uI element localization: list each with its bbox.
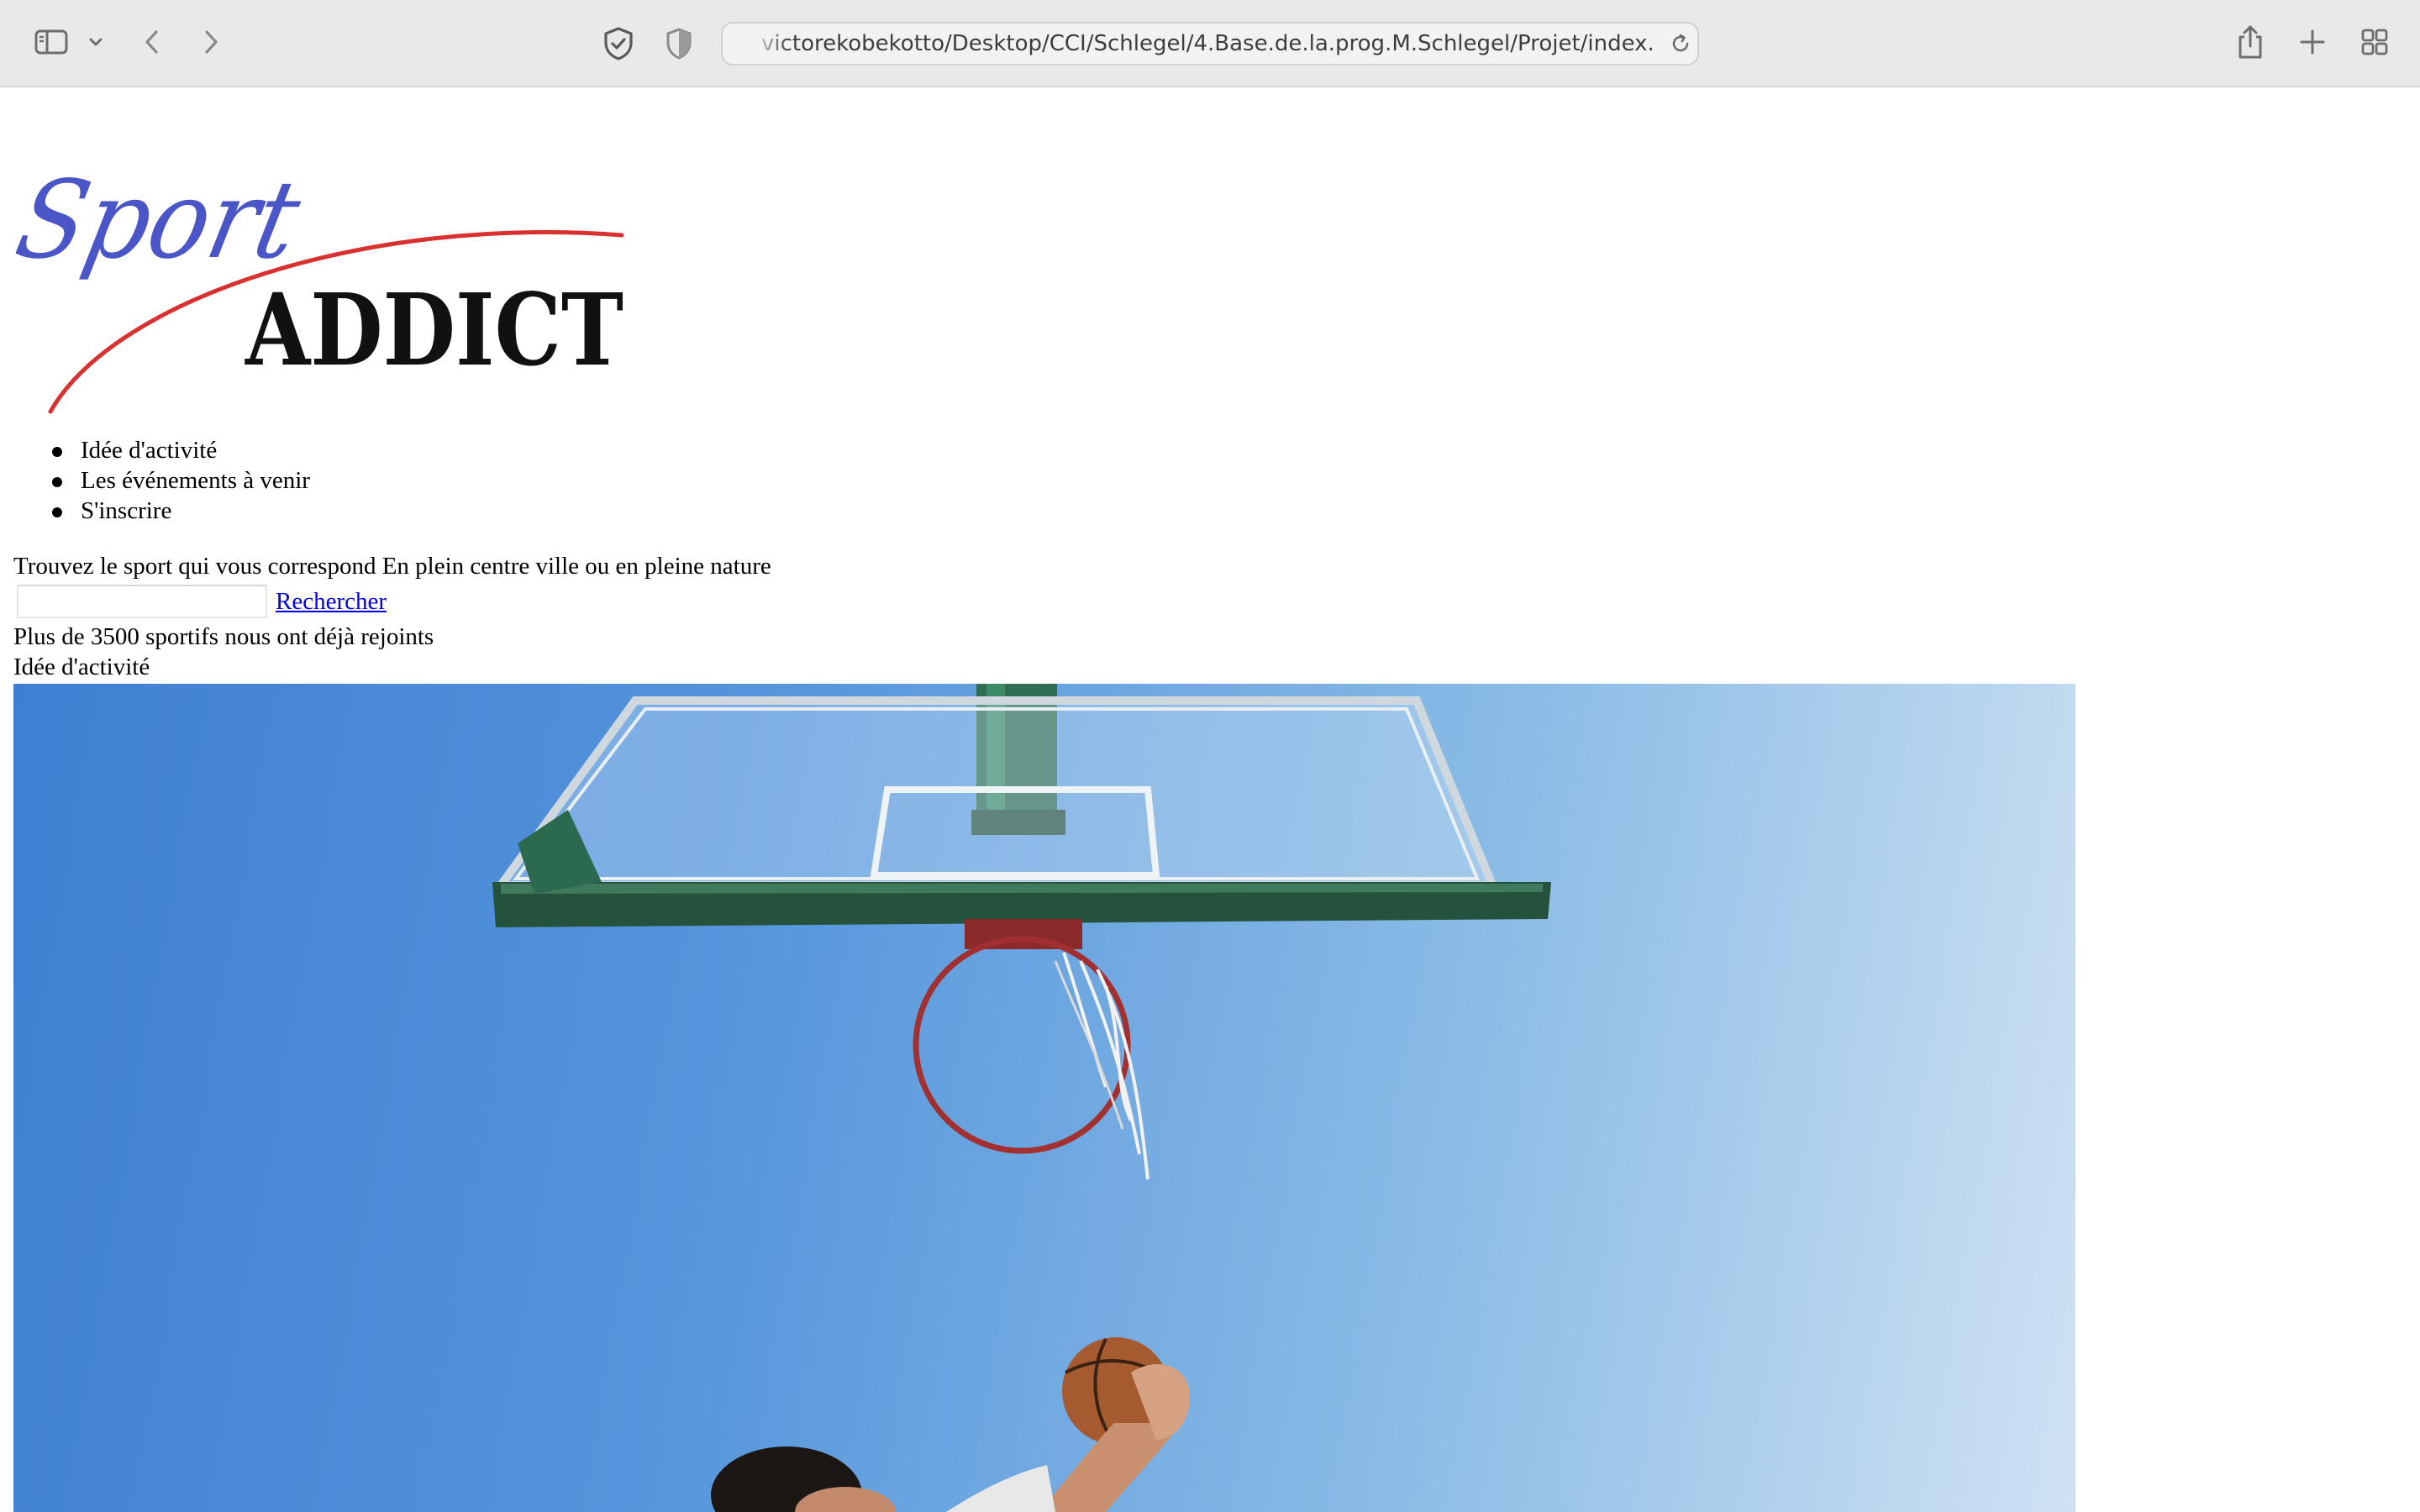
basketball-photo [13, 684, 2075, 1512]
browser-toolbar: victorekobekotto/Desktop/CCI/Schlegel/4.… [0, 0, 2420, 87]
search-row: Rechercher [13, 585, 387, 618]
url-text[interactable]: victorekobekotto/Desktop/CCI/Schlegel/4.… [761, 24, 1652, 64]
reload-icon[interactable] [1665, 29, 1696, 59]
share-icon[interactable] [2233, 22, 2267, 62]
chevron-down-icon[interactable] [86, 30, 106, 54]
logo-block-text: ADDICT [245, 271, 623, 388]
logo-script-text: Sport [13, 157, 311, 282]
forward-icon[interactable] [198, 25, 224, 59]
address-bar[interactable]: victorekobekotto/Desktop/CCI/Schlegel/4.… [721, 22, 1699, 66]
url-fade [739, 27, 790, 60]
sidebar-icon[interactable] [32, 25, 71, 59]
members-count-text: Plus de 3500 sportifs nous ont déjà rejo… [13, 623, 434, 650]
nav-item-upcoming-events[interactable]: Les événements à venir [34, 465, 310, 496]
main-nav: Idée d'activité Les événements à venir S… [34, 435, 310, 526]
hero-tagline: Trouvez le sport qui vous correspond En … [13, 553, 771, 580]
grid-icon[interactable] [2358, 25, 2391, 59]
web-page: Sport ADDICT Idée d'activité Les événeme… [0, 89, 2420, 1512]
search-link[interactable]: Rechercher [276, 586, 387, 617]
nav-item-activity-idea[interactable]: Idée d'activité [34, 435, 310, 465]
plus-icon[interactable] [2297, 25, 2328, 59]
search-input[interactable] [17, 585, 267, 618]
shield-icon[interactable] [600, 25, 637, 62]
activity-section-title: Idée d'activité [13, 654, 150, 680]
sport-addict-logo: Sport ADDICT [13, 157, 624, 414]
half-shield-icon[interactable] [662, 25, 696, 62]
nav-item-signup[interactable]: S'inscrire [34, 496, 310, 526]
back-icon[interactable] [139, 25, 165, 59]
